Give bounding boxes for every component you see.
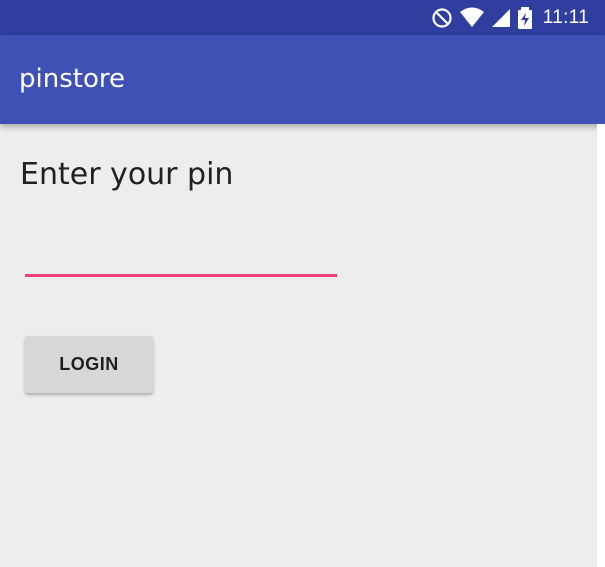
status-bar: 11:11 bbox=[0, 0, 605, 35]
status-icons: 11:11 bbox=[431, 0, 589, 35]
wifi-icon bbox=[459, 7, 485, 29]
screen-edge bbox=[597, 124, 605, 567]
do-not-disturb-icon bbox=[431, 7, 453, 29]
login-button[interactable]: LOGIN bbox=[25, 336, 153, 393]
pin-prompt: Enter your pin bbox=[20, 157, 234, 192]
app-bar: pinstore bbox=[0, 35, 605, 124]
pin-input[interactable] bbox=[25, 234, 337, 277]
login-content: Enter your pin LOGIN bbox=[0, 124, 605, 567]
status-time: 11:11 bbox=[542, 6, 589, 28]
battery-charging-icon bbox=[517, 6, 533, 29]
signal-icon bbox=[491, 7, 511, 29]
app-title: pinstore bbox=[19, 64, 125, 94]
